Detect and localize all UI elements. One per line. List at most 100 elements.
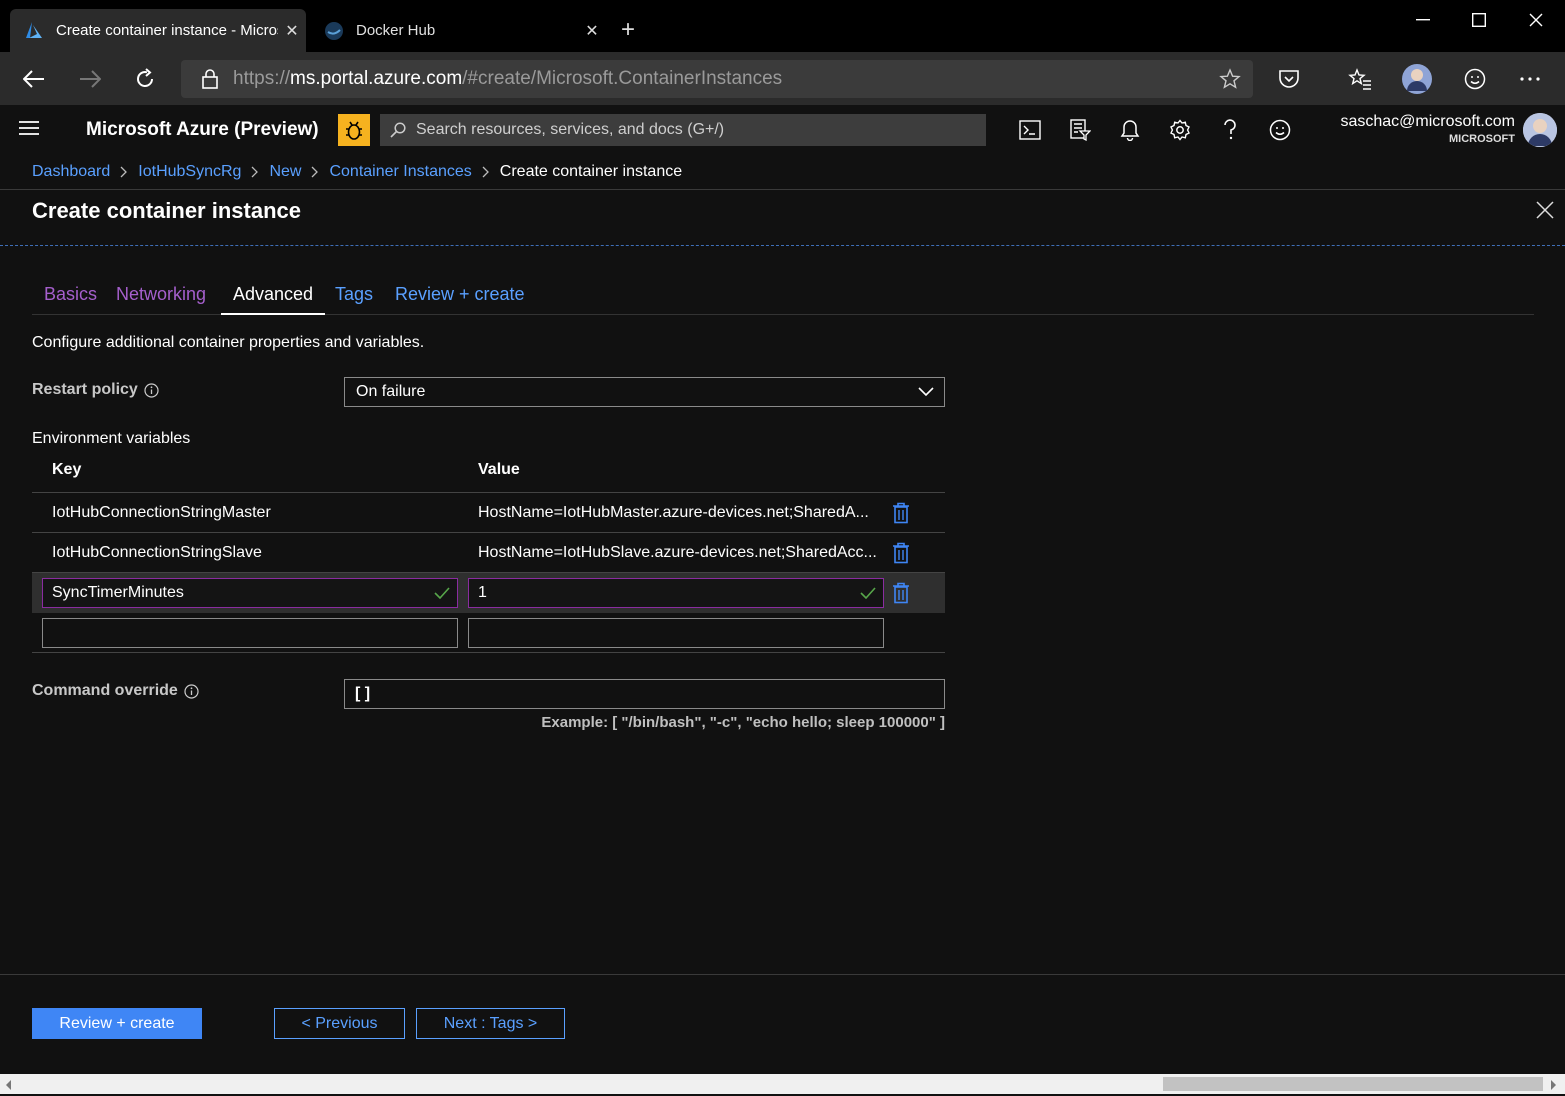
env-key: IotHubConnectionStringMaster [52,504,271,521]
breadcrumb-container-instances[interactable]: Container Instances [329,163,471,181]
browser-tab-title: Docker Hub [356,22,436,39]
bug-report-icon[interactable] [338,114,370,146]
restart-policy-dropdown[interactable]: On failure [344,377,945,407]
favorites-icon[interactable] [1342,62,1378,96]
delete-trash-icon[interactable] [892,542,914,564]
env-key-field[interactable] [42,578,458,608]
scroll-left-icon[interactable] [4,1078,16,1090]
tab-networking[interactable]: Networking [104,284,218,315]
scrollbar-thumb[interactable] [1163,1077,1543,1091]
account-info[interactable]: saschac@microsoft.com MICROSOFT [1340,113,1515,145]
key-column-header: Key [52,461,82,478]
browser-tab-azure[interactable]: Create container instance - Microsoft Az… [10,9,306,52]
global-search[interactable] [380,114,986,146]
chevron-right-icon [120,166,128,178]
azure-logo-icon [24,21,44,41]
pocket-icon[interactable] [1271,62,1307,96]
menu-icon[interactable] [18,119,42,141]
table-row-new [32,613,945,653]
info-icon[interactable] [144,382,159,398]
back-icon[interactable] [16,62,52,96]
env-value: HostName=IotHubSlave.azure-devices.net;S… [478,544,877,561]
settings-gear-icon[interactable] [1165,115,1195,145]
new-tab-icon[interactable]: + [614,14,642,46]
command-override-field[interactable] [344,679,945,709]
chevron-right-icon [482,166,490,178]
table-row[interactable]: IotHubConnectionStringMaster HostName=Io… [32,493,945,533]
delete-trash-icon[interactable] [892,502,914,524]
cloud-shell-icon[interactable] [1015,115,1045,145]
restart-policy-label-text: Restart policy [32,381,138,398]
tab-basics[interactable]: Basics [32,284,109,315]
breadcrumb: Dashboard IotHubSyncRg New Container Ins… [32,163,682,181]
env-value: HostName=IotHubMaster.azure-devices.net;… [478,504,869,521]
account-org: MICROSOFT [1449,133,1515,145]
new-env-key-field[interactable] [42,618,458,648]
next-tags-button[interactable]: Next : Tags > [416,1008,565,1039]
directory-filter-icon[interactable] [1065,115,1095,145]
env-key-input[interactable] [43,584,427,602]
new-env-value-input[interactable] [469,619,883,647]
lock-icon [199,69,221,89]
maximize-icon[interactable] [1451,0,1507,40]
env-key: IotHubConnectionStringSlave [52,544,262,561]
browser-tab-docker[interactable]: Docker Hub ✕ [310,9,606,52]
docker-logo-icon [324,21,344,41]
portal-header: Microsoft Azure (Preview) saschac@micros… [0,105,1565,155]
portal-brand[interactable]: Microsoft Azure (Preview) [86,119,319,141]
close-tab-icon[interactable]: ✕ [578,21,606,41]
close-icon[interactable] [1535,200,1555,220]
review-create-button[interactable]: Review + create [32,1008,202,1039]
table-header: Key Value [32,453,945,493]
tab-tags[interactable]: Tags [323,284,385,315]
search-icon [380,122,416,138]
checkmark-icon [853,587,883,599]
help-icon[interactable] [1215,115,1245,145]
window-close-icon[interactable] [1508,0,1564,40]
page-title: Create container instance [32,198,301,223]
notifications-bell-icon[interactable] [1115,115,1145,145]
tab-review-create[interactable]: Review + create [383,284,537,315]
close-tab-icon[interactable]: ✕ [278,21,306,41]
table-row[interactable]: IotHubConnectionStringSlave HostName=Iot… [32,533,945,573]
intro-text: Configure additional container propertie… [32,334,425,351]
feedback-smiley-icon[interactable] [1457,62,1493,96]
info-icon[interactable] [184,683,199,699]
restart-policy-label: Restart policy [32,381,159,399]
value-column-header: Value [478,461,520,478]
breadcrumb-dashboard[interactable]: Dashboard [32,163,110,181]
horizontal-scrollbar[interactable] [0,1074,1565,1094]
env-variables-table: Key Value IotHubConnectionStringMaster H… [32,453,945,653]
search-input[interactable] [416,121,976,139]
forward-icon[interactable] [72,62,108,96]
minimize-icon[interactable] [1395,0,1451,40]
browser-toolbar: https://ms.portal.azure.com/#create/Micr… [0,52,1565,105]
env-value-input[interactable] [469,584,853,602]
breadcrumb-current: Create container instance [499,163,683,180]
chevron-right-icon [251,166,259,178]
profile-avatar[interactable] [1399,62,1435,96]
restart-policy-value: On failure [356,383,426,400]
more-options-icon[interactable] [1512,62,1548,96]
env-variables-label: Environment variables [32,430,191,447]
env-value-field[interactable] [468,578,884,608]
delete-trash-icon[interactable] [892,582,914,604]
previous-button[interactable]: < Previous [274,1008,405,1039]
new-env-key-input[interactable] [43,619,457,647]
feedback-smiley-icon[interactable] [1265,115,1295,145]
breadcrumb-new[interactable]: New [269,163,301,181]
command-override-input[interactable] [345,680,944,708]
url-text: https://ms.portal.azure.com/#create/Micr… [233,68,783,89]
table-row-editing[interactable] [32,573,945,613]
breadcrumb-resource-group[interactable]: IotHubSyncRg [138,163,241,181]
create-blade: Create container instance Basics Network… [0,189,1565,1074]
address-bar[interactable]: https://ms.portal.azure.com/#create/Micr… [181,60,1253,98]
favorite-star-icon[interactable] [1219,68,1241,95]
chevron-right-icon [311,166,319,178]
refresh-icon[interactable] [127,62,163,96]
scroll-right-icon[interactable] [1550,1078,1562,1090]
new-env-value-field[interactable] [468,618,884,648]
avatar[interactable] [1523,113,1557,147]
tab-advanced[interactable]: Advanced [221,284,326,315]
command-override-label: Command override [32,682,199,700]
